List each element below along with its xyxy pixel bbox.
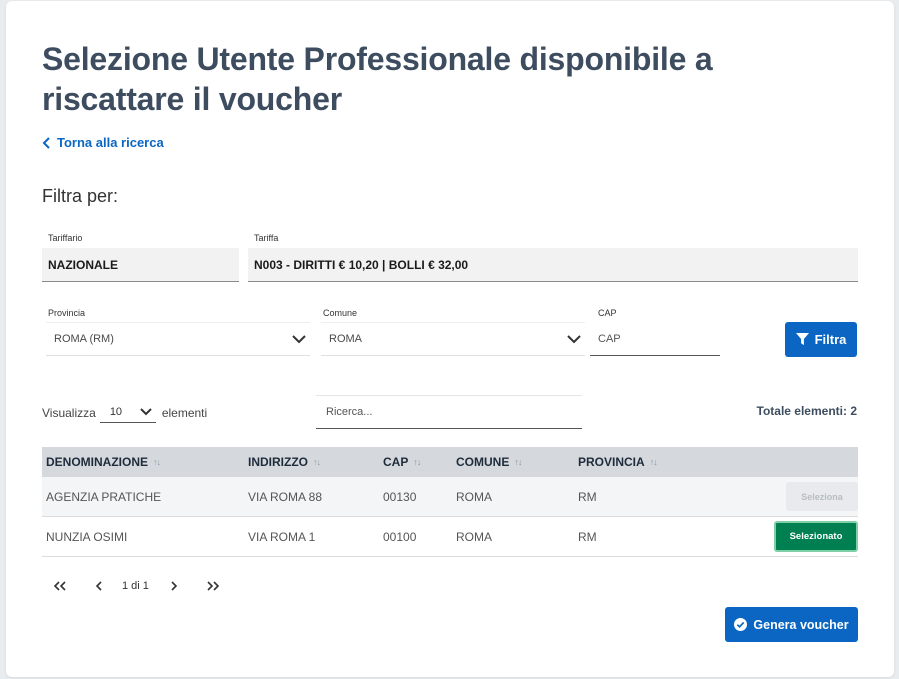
filter-button-label: Filtra (814, 332, 847, 347)
selected-button[interactable]: Selezionato (774, 521, 858, 552)
back-to-search-link[interactable]: Torna alla ricerca (42, 135, 164, 150)
tariffa-label: Tariffa (254, 233, 279, 243)
cap-label: CAP (598, 308, 617, 318)
chevron-left-icon (95, 581, 102, 591)
first-page-button[interactable] (50, 576, 70, 596)
filter-heading: Filtra per: (42, 186, 119, 206)
cell-action: Selezionato (764, 521, 858, 552)
tariffa-value: N003 - DIRITTI € 10,20 | BOLLI € 32,00 (254, 257, 469, 272)
chevron-right-icon (171, 581, 178, 591)
cell-indirizzo: VIA ROMA 1 (248, 529, 316, 544)
cell-indirizzo: VIA ROMA 88 (248, 489, 323, 504)
cell-cap: 00130 (383, 489, 417, 504)
tariffario-field: NAZIONALE (42, 248, 239, 282)
double-chevron-left-icon (53, 581, 66, 591)
filter-button[interactable]: Filtra (785, 322, 857, 357)
generate-voucher-label: Genera voucher (753, 617, 849, 632)
next-page-button[interactable] (165, 576, 185, 596)
select-button[interactable]: Seleziona (786, 482, 858, 511)
prev-page-button[interactable] (88, 576, 108, 596)
show-label: Visualizza (42, 405, 96, 420)
cell-denominazione: AGENZIA PRATICHE (46, 489, 162, 504)
last-page-button[interactable] (203, 576, 223, 596)
page-title: Selezione Utente Professionale disponibi… (42, 41, 713, 117)
col-denominazione[interactable]: DENOMINAZIONE ↑↓ (42, 455, 244, 469)
sort-icon: ↑↓ (313, 457, 321, 467)
cell-provincia: RM (578, 489, 597, 504)
col-label: INDIRIZZO (248, 455, 308, 469)
cell-denominazione: NUNZIA OSIMI (46, 529, 128, 544)
comune-label: Comune (323, 308, 358, 318)
table-row: NUNZIA OSIMI VIA ROMA 1 00100 ROMA RM Se… (42, 517, 858, 557)
generate-voucher-button[interactable]: Genera voucher (725, 607, 858, 642)
comune-select[interactable]: ROMA (321, 322, 585, 356)
cell-comune: ROMA (456, 529, 492, 544)
sort-icon: ↑↓ (153, 457, 161, 467)
double-chevron-right-icon (207, 581, 220, 591)
chevron-down-icon (140, 408, 152, 416)
results-table: DENOMINAZIONE ↑↓ INDIRIZZO ↑↓ CAP ↑↓ COMUNE… (42, 447, 858, 557)
sort-icon: ↑↓ (649, 457, 658, 467)
chevron-left-icon (42, 136, 50, 149)
search-input[interactable] (316, 395, 582, 429)
provincia-label: Provincia (48, 308, 86, 318)
col-label: PROVINCIA (578, 455, 645, 469)
col-label: COMUNE (456, 455, 510, 469)
main-card: Selezione Utente Professionale disponibi… (6, 1, 894, 677)
page-indicator: 1 di 1 (122, 580, 149, 592)
sort-icon: ↑↓ (514, 457, 522, 467)
cell-comune: ROMA (456, 489, 492, 504)
cap-input[interactable] (590, 322, 720, 356)
col-comune[interactable]: COMUNE ↑↓ (452, 455, 574, 469)
cell-cap: 00100 (383, 529, 417, 544)
tariffa-field: N003 - DIRITTI € 10,20 | BOLLI € 32,00 (248, 248, 858, 282)
filter-funnel-icon (795, 333, 809, 346)
comune-value: ROMA (329, 333, 362, 345)
chevron-down-icon (292, 334, 306, 343)
col-cap[interactable]: CAP ↑↓ (379, 455, 452, 469)
table-header: DENOMINAZIONE ↑↓ INDIRIZZO ↑↓ CAP ↑↓ COMUNE… (42, 447, 858, 477)
tariffario-label: Tariffario (48, 233, 83, 243)
cell-action: Seleziona (764, 482, 858, 511)
pagination: 1 di 1 (50, 576, 223, 596)
page-size-control: Visualizza 10 elementi (42, 402, 207, 423)
table-row: AGENZIA PRATICHE VIA ROMA 88 00130 ROMA … (42, 477, 858, 517)
check-circle-icon (734, 618, 748, 631)
col-label: DENOMINAZIONE (46, 455, 148, 469)
elements-label: elementi (161, 405, 208, 420)
col-provincia[interactable]: PROVINCIA ↑↓ (574, 455, 764, 469)
col-label: CAP (383, 455, 409, 469)
total-elements: Totale elementi: 2 (756, 404, 857, 418)
page-size-value: 10 (109, 406, 123, 418)
col-indirizzo[interactable]: INDIRIZZO ↑↓ (244, 455, 379, 469)
cell-provincia: RM (578, 529, 597, 544)
page-size-select[interactable]: 10 (99, 402, 156, 423)
provincia-select[interactable]: ROMA (RM) (46, 322, 310, 356)
sort-icon: ↑↓ (413, 457, 421, 467)
tariffario-value: NAZIONALE (48, 257, 118, 272)
provincia-value: ROMA (RM) (54, 333, 114, 345)
chevron-down-icon (567, 334, 581, 343)
back-link-label: Torna alla ricerca (57, 135, 164, 150)
